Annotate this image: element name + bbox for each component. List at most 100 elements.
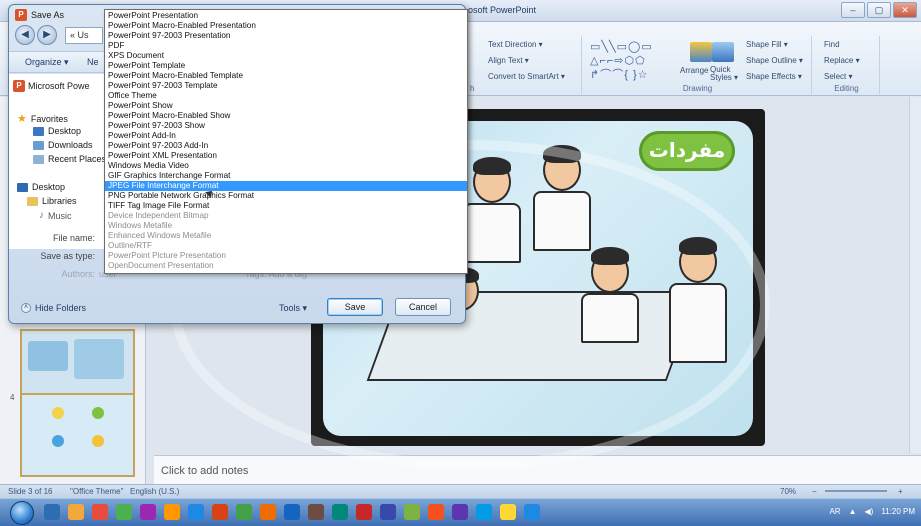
app-icon[interactable] xyxy=(116,504,132,520)
app-icon[interactable] xyxy=(380,504,396,520)
app-icon[interactable] xyxy=(164,504,180,520)
cancel-button[interactable]: Cancel xyxy=(395,298,451,316)
app-icon[interactable] xyxy=(524,504,540,520)
file-type-option[interactable]: Windows Media Video xyxy=(105,161,467,171)
app-icon[interactable] xyxy=(140,504,156,520)
explorer-icon[interactable] xyxy=(44,504,60,520)
nav-desktop[interactable]: Desktop xyxy=(33,126,81,136)
word-icon[interactable] xyxy=(284,504,300,520)
app-icon[interactable] xyxy=(500,504,516,520)
address-bar[interactable]: « Us xyxy=(65,27,103,44)
app-icon[interactable] xyxy=(356,504,372,520)
notes-pane[interactable]: Click to add notes xyxy=(154,455,921,484)
slide-thumbnail-4[interactable] xyxy=(20,393,135,477)
vertical-scrollbar[interactable] xyxy=(909,97,921,453)
file-type-option[interactable]: PowerPoint 97-2003 Add-In xyxy=(105,141,467,151)
file-type-option[interactable]: PowerPoint XML Presentation xyxy=(105,151,467,161)
clock[interactable]: 11:20 PM xyxy=(881,507,915,516)
hide-folders-button[interactable]: ˄ Hide Folders xyxy=(21,303,86,313)
volume-icon[interactable]: ◀) xyxy=(865,507,874,516)
shape-effects-button[interactable]: Shape Effects ▾ xyxy=(746,72,802,81)
app-icon[interactable] xyxy=(404,504,420,520)
file-type-option[interactable]: PowerPoint 97-2003 Presentation xyxy=(105,31,467,41)
find-button[interactable]: Find xyxy=(824,40,840,49)
file-type-option[interactable]: Windows Metafile xyxy=(105,221,467,231)
app-icon[interactable] xyxy=(452,504,468,520)
zoom-in-button[interactable]: + xyxy=(898,487,903,496)
file-type-option[interactable]: Device Independent Bitmap xyxy=(105,211,467,221)
student-hair xyxy=(543,145,581,163)
music-icon: ♪ xyxy=(39,210,44,221)
dialog-title-bar: P Save As xyxy=(15,9,64,21)
file-type-option[interactable]: PowerPoint Presentation xyxy=(105,11,467,21)
nav-recent-places[interactable]: Recent Places xyxy=(33,154,106,164)
maximize-button[interactable]: ▢ xyxy=(867,2,891,18)
start-button[interactable] xyxy=(10,501,34,525)
nav-music[interactable]: ♪ Music xyxy=(39,210,72,221)
file-type-option[interactable]: Enhanced Windows Metafile xyxy=(105,231,467,241)
app-icon[interactable] xyxy=(212,504,228,520)
forward-button[interactable]: ▶ xyxy=(37,25,57,45)
file-type-option[interactable]: JPEG File Interchange Format xyxy=(105,181,467,191)
slide-title[interactable]: مفردات xyxy=(639,131,735,171)
language-status[interactable]: English (U.S.) xyxy=(130,487,179,496)
language-indicator[interactable]: AR xyxy=(829,507,840,516)
shapes-gallery[interactable]: ▭╲╲▭◯▭ △⌐⌐⇨⬡⬠ ↱⌒⌒{ }☆ xyxy=(590,40,668,81)
media-icon[interactable] xyxy=(68,504,84,520)
file-type-option[interactable]: PowerPoint Macro-Enabled Presentation xyxy=(105,21,467,31)
file-type-option[interactable]: PowerPoint 97-2003 Show xyxy=(105,121,467,131)
file-type-option[interactable]: OpenDocument Presentation xyxy=(105,261,467,271)
app-icon[interactable] xyxy=(308,504,324,520)
file-type-option[interactable]: PowerPoint 97-2003 Template xyxy=(105,81,467,91)
back-button[interactable]: ◀ xyxy=(15,25,35,45)
organize-button[interactable]: Organize ▾ xyxy=(25,57,69,68)
save-as-type-dropdown[interactable]: PowerPoint Presentation PowerPoint Macro-… xyxy=(104,9,468,274)
shape-outline-button[interactable]: Shape Outline ▾ xyxy=(746,56,803,65)
convert-smartart-button[interactable]: Convert to SmartArt ▾ xyxy=(488,72,565,81)
new-folder-button[interactable]: Ne xyxy=(87,57,99,67)
select-button[interactable]: Select ▾ xyxy=(824,72,852,81)
nav-desktop-root[interactable]: Desktop xyxy=(17,182,65,192)
nav-favorites[interactable]: ★ Favorites xyxy=(17,112,68,125)
presentation-item[interactable]: P Microsoft Powe xyxy=(13,80,90,92)
save-button[interactable]: Save xyxy=(327,298,383,316)
powerpoint-icon[interactable] xyxy=(260,504,276,520)
excel-icon[interactable] xyxy=(236,504,252,520)
app-icon[interactable] xyxy=(188,504,204,520)
align-text-button[interactable]: Align Text ▾ xyxy=(488,56,529,65)
file-type-option[interactable]: Outline/RTF xyxy=(105,241,467,251)
file-type-option[interactable]: TIFF Tag Image File Format xyxy=(105,201,467,211)
file-type-option[interactable]: PowerPoint Macro-Enabled Template xyxy=(105,71,467,81)
zoom-level[interactable]: 70% xyxy=(780,487,796,496)
nav-libraries[interactable]: Libraries xyxy=(27,196,77,206)
theme-status[interactable]: "Office Theme" xyxy=(70,487,123,496)
file-type-option[interactable]: PowerPoint Template xyxy=(105,61,467,71)
notes-placeholder[interactable]: Click to add notes xyxy=(161,465,248,477)
browser-icon[interactable] xyxy=(92,504,108,520)
close-button[interactable]: ✕ xyxy=(893,2,917,18)
file-type-option[interactable]: PowerPoint Picture Presentation xyxy=(105,251,467,261)
file-type-option[interactable]: PowerPoint Add-In xyxy=(105,131,467,141)
network-icon[interactable]: ▲ xyxy=(849,507,857,516)
file-type-option[interactable]: PDF xyxy=(105,41,467,51)
file-type-option[interactable]: PowerPoint Macro-Enabled Show xyxy=(105,111,467,121)
minimize-button[interactable]: – xyxy=(841,2,865,18)
nav-downloads[interactable]: Downloads xyxy=(33,140,93,150)
zoom-out-button[interactable]: − xyxy=(812,487,817,496)
arrange-button[interactable]: Arrange xyxy=(680,66,708,75)
file-type-option[interactable]: Office Theme xyxy=(105,91,467,101)
file-type-option[interactable]: XPS Document xyxy=(105,51,467,61)
file-type-option[interactable]: PowerPoint Show xyxy=(105,101,467,111)
shape-fill-button[interactable]: Shape Fill ▾ xyxy=(746,40,788,49)
replace-button[interactable]: Replace ▾ xyxy=(824,56,860,65)
file-type-option[interactable]: PNG Portable Network Graphics Format xyxy=(105,191,467,201)
slide-number-4: 4 xyxy=(10,393,15,402)
file-type-option[interactable]: GIF Graphics Interchange Format xyxy=(105,171,467,181)
app-icon[interactable] xyxy=(332,504,348,520)
app-icon[interactable] xyxy=(428,504,444,520)
quick-styles-button[interactable]: Quick Styles ▾ xyxy=(710,66,740,82)
tools-button[interactable]: Tools ▾ xyxy=(279,303,307,314)
app-icon[interactable] xyxy=(476,504,492,520)
zoom-slider[interactable] xyxy=(825,490,887,492)
text-direction-button[interactable]: Text Direction ▾ xyxy=(488,40,543,49)
